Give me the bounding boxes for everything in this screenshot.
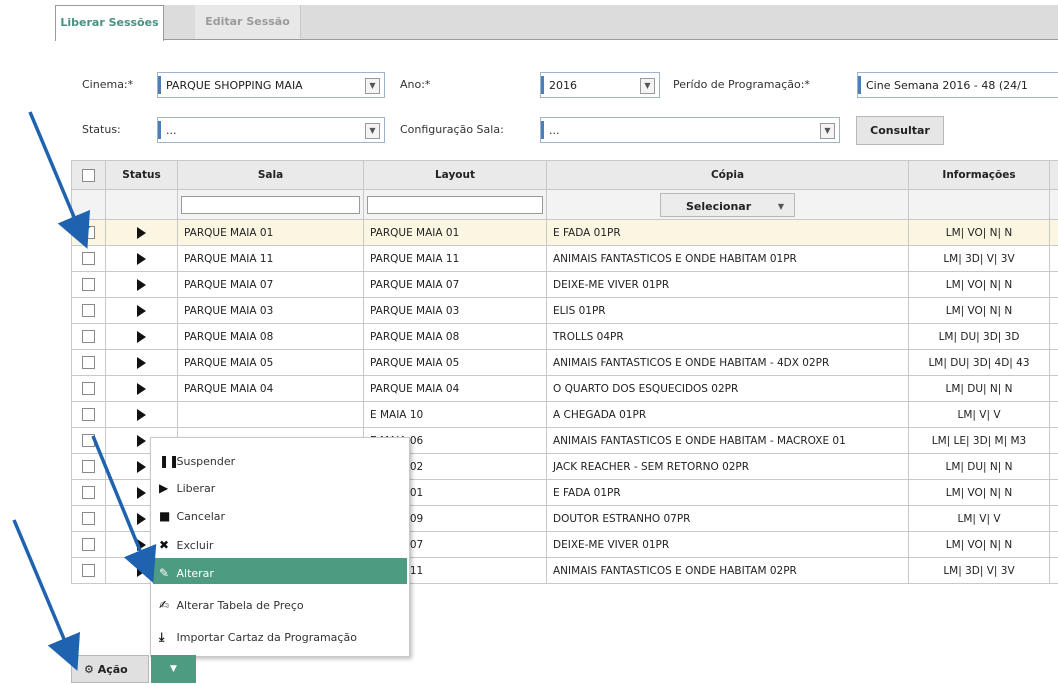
annotation-arrow-alterar bbox=[93, 436, 148, 570]
annotation-arrow-acao bbox=[14, 520, 72, 658]
annotation-arrow-checkbox bbox=[30, 112, 82, 236]
annotation-arrows bbox=[0, 0, 1058, 683]
